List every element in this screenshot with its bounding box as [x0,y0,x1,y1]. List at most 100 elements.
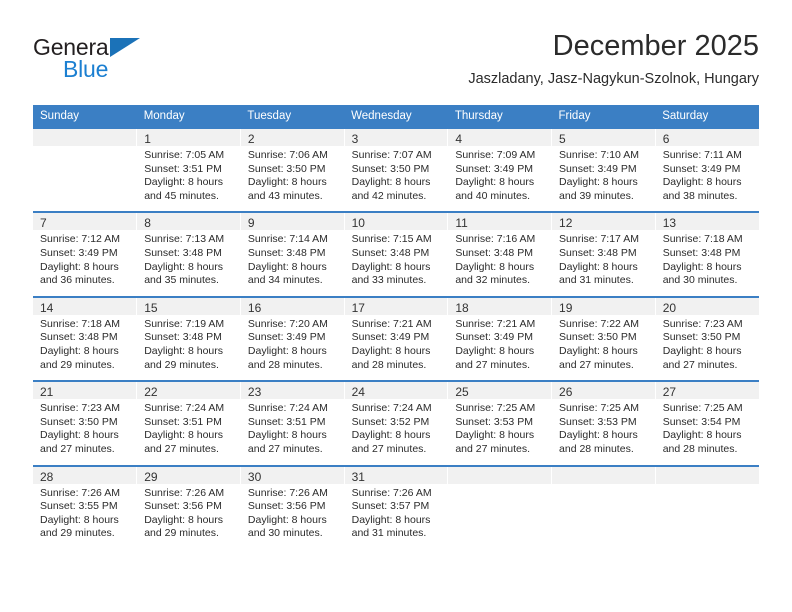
day-number: 18 [448,297,552,315]
day-daylight2-text: and 27 minutes. [662,358,738,371]
day-sunrise-text: Sunrise: 7:19 AM [144,317,225,330]
day-sunrise-text: Sunrise: 7:26 AM [144,486,225,499]
calendar-day-cell[interactable]: 15 Sunrise: 7:19 AM Sunset: 3:48 PM Dayligh… [136,295,241,382]
calendar-day-cell[interactable]: 3 Sunrise: 7:07 AM Sunset: 3:50 PM Daylight… [343,126,448,213]
weekday-header-tuesday: Tuesday [240,105,345,128]
calendar-day-cell[interactable]: 5 Sunrise: 7:10 AM Sunset: 3:49 PM Daylight… [551,126,656,213]
day-daylight1-text: Daylight: 8 hours [351,260,431,273]
calendar-day-cell[interactable]: 17 Sunrise: 7:21 AM Sunset: 3:49 PM Dayligh… [343,295,448,382]
day-number: 31 [344,466,448,484]
calendar-day-cell[interactable]: 28 Sunrise: 7:26 AM Sunset: 3:55 PM Dayligh… [33,464,137,549]
day-number: 21 [33,382,137,400]
day-sunset-text: Sunset: 3:49 PM [351,331,430,344]
day-sunrise-text: Sunrise: 7:13 AM [144,233,225,246]
calendar-day-cell[interactable]: 14 Sunrise: 7:18 AM Sunset: 3:48 PM Dayligh… [33,295,137,382]
day-number: 6 [655,129,759,146]
day-details: Sunrise: 7:26 AM Sunset: 3:56 PM Daylight:… [137,484,240,549]
day-details [656,484,759,539]
calendar-header-row: Sunday Monday Tuesday Wednesday Thursday… [33,105,759,128]
day-number [655,466,759,484]
calendar-day-cell[interactable]: 29 Sunrise: 7:26 AM Sunset: 3:56 PM Dayligh… [136,464,241,549]
calendar-week-row: 28 Sunrise: 7:26 AM Sunset: 3:55 PM Dayligh… [33,464,759,549]
weekday-header-sunday: Sunday [33,105,137,128]
day-daylight2-text: and 45 minutes. [144,189,219,202]
calendar-day-cell[interactable]: 16 Sunrise: 7:20 AM Sunset: 3:49 PM Dayligh… [239,295,345,382]
day-sunset-text: Sunset: 3:50 PM [351,162,430,175]
calendar-day-cell[interactable]: 30 Sunrise: 7:26 AM Sunset: 3:56 PM Dayligh… [239,464,345,549]
day-details: Sunrise: 7:19 AM Sunset: 3:48 PM Daylight:… [137,315,240,380]
day-number: 28 [33,466,137,484]
day-number: 1 [137,129,240,146]
calendar-day-cell[interactable]: 8 Sunrise: 7:13 AM Sunset: 3:48 PM Daylight… [136,211,241,297]
day-details: Sunrise: 7:18 AM Sunset: 3:48 PM Daylight:… [656,230,759,295]
day-sunrise-text: Sunrise: 7:26 AM [247,486,328,499]
day-sunrise-text: Sunrise: 7:18 AM [662,233,743,246]
day-daylight2-text: and 27 minutes. [455,358,531,371]
calendar-day-cell[interactable]: 4 Sunrise: 7:09 AM Sunset: 3:49 PM Daylight… [447,126,552,213]
day-details: Sunrise: 7:24 AM Sunset: 3:52 PM Daylight:… [345,399,448,464]
day-details: Sunrise: 7:05 AM Sunset: 3:51 PM Daylight:… [137,146,240,211]
day-daylight2-text: and 38 minutes. [662,189,738,202]
general-blue-logo: General Blue [33,34,213,90]
calendar-day-cell[interactable]: 10 Sunrise: 7:15 AM Sunset: 3:48 PM Dayligh… [343,211,448,297]
day-sunset-text: Sunset: 3:56 PM [144,500,222,513]
day-number: 14 [33,297,137,315]
day-daylight1-text: Daylight: 8 hours [247,429,327,442]
calendar-day-cell[interactable]: 25 Sunrise: 7:25 AM Sunset: 3:53 PM Dayligh… [447,380,552,466]
day-number: 24 [344,382,448,400]
calendar-week-row: 14 Sunrise: 7:18 AM Sunset: 3:48 PM Dayligh… [33,295,759,382]
day-sunset-text: Sunset: 3:49 PM [40,246,118,259]
calendar-day-cell[interactable]: 6 Sunrise: 7:11 AM Sunset: 3:49 PM Daylight… [654,126,759,213]
day-daylight2-text: and 32 minutes. [455,274,531,287]
calendar-day-cell[interactable]: 11 Sunrise: 7:16 AM Sunset: 3:48 PM Dayligh… [447,211,552,297]
day-details [552,484,655,539]
day-daylight1-text: Daylight: 8 hours [247,344,327,357]
day-daylight2-text: and 28 minutes. [247,358,323,371]
calendar-day-cell[interactable]: 1 Sunrise: 7:05 AM Sunset: 3:51 PM Daylight… [136,126,241,213]
page-title: December 2025 [552,30,759,62]
day-sunset-text: Sunset: 3:53 PM [559,415,637,428]
calendar-day-cell[interactable]: 27 Sunrise: 7:25 AM Sunset: 3:54 PM Dayligh… [654,380,759,466]
day-daylight1-text: Daylight: 8 hours [559,429,638,442]
triangle-icon [110,38,140,57]
day-sunrise-text: Sunrise: 7:24 AM [351,402,432,415]
calendar-day-cell[interactable]: 24 Sunrise: 7:24 AM Sunset: 3:52 PM Dayligh… [343,380,448,466]
day-daylight1-text: Daylight: 8 hours [40,513,119,526]
calendar-day-cell[interactable]: 7 Sunrise: 7:12 AM Sunset: 3:49 PM Daylight… [33,211,137,297]
day-daylight1-text: Daylight: 8 hours [559,176,638,189]
day-daylight1-text: Daylight: 8 hours [144,176,223,189]
calendar-day-cell[interactable]: 21 Sunrise: 7:23 AM Sunset: 3:50 PM Dayligh… [33,380,137,466]
day-daylight2-text: and 34 minutes. [247,274,323,287]
day-daylight1-text: Daylight: 8 hours [455,260,535,273]
day-details: Sunrise: 7:25 AM Sunset: 3:53 PM Daylight:… [448,399,551,464]
calendar-day-cell[interactable]: 20 Sunrise: 7:23 AM Sunset: 3:50 PM Dayligh… [654,295,759,382]
calendar-day-cell[interactable]: 26 Sunrise: 7:25 AM Sunset: 3:53 PM Dayligh… [551,380,656,466]
calendar-day-cell[interactable]: 23 Sunrise: 7:24 AM Sunset: 3:51 PM Dayligh… [239,380,345,466]
day-sunset-text: Sunset: 3:50 PM [662,331,741,344]
calendar-day-cell[interactable]: 22 Sunrise: 7:24 AM Sunset: 3:51 PM Dayligh… [136,380,241,466]
day-number: 17 [344,297,448,315]
day-daylight1-text: Daylight: 8 hours [351,176,431,189]
calendar-day-cell[interactable]: 9 Sunrise: 7:14 AM Sunset: 3:48 PM Daylight… [239,211,345,297]
day-sunrise-text: Sunrise: 7:15 AM [351,233,432,246]
day-daylight2-text: and 29 minutes. [144,358,219,371]
day-sunrise-text: Sunrise: 7:25 AM [455,402,536,415]
calendar-week-row: 1 Sunrise: 7:05 AM Sunset: 3:51 PM Daylight… [33,126,759,213]
day-sunrise-text: Sunrise: 7:18 AM [40,317,120,330]
day-details: Sunrise: 7:11 AM Sunset: 3:49 PM Daylight:… [656,146,759,211]
day-number: 29 [137,466,240,484]
calendar-day-cell[interactable]: 19 Sunrise: 7:22 AM Sunset: 3:50 PM Dayligh… [551,295,656,382]
calendar-day-cell[interactable]: 13 Sunrise: 7:18 AM Sunset: 3:48 PM Dayligh… [654,211,759,297]
calendar-page: General Blue December 2025 Jaszladany, J… [0,0,792,612]
calendar-day-cell[interactable]: 31 Sunrise: 7:26 AM Sunset: 3:57 PM Dayligh… [343,464,448,549]
day-details: Sunrise: 7:06 AM Sunset: 3:50 PM Daylight:… [241,146,344,211]
day-sunset-text: Sunset: 3:49 PM [247,331,326,344]
day-daylight2-text: and 27 minutes. [247,442,323,455]
day-details: Sunrise: 7:18 AM Sunset: 3:48 PM Daylight:… [33,315,136,380]
day-number: 9 [240,213,344,231]
calendar-day-cell[interactable]: 12 Sunrise: 7:17 AM Sunset: 3:48 PM Dayligh… [551,211,656,297]
calendar-day-cell[interactable]: 2 Sunrise: 7:06 AM Sunset: 3:50 PM Daylight… [239,126,345,213]
day-details: Sunrise: 7:25 AM Sunset: 3:54 PM Daylight:… [656,399,759,464]
calendar-day-cell[interactable]: 18 Sunrise: 7:21 AM Sunset: 3:49 PM Dayligh… [447,295,552,382]
day-number: 10 [344,213,448,231]
